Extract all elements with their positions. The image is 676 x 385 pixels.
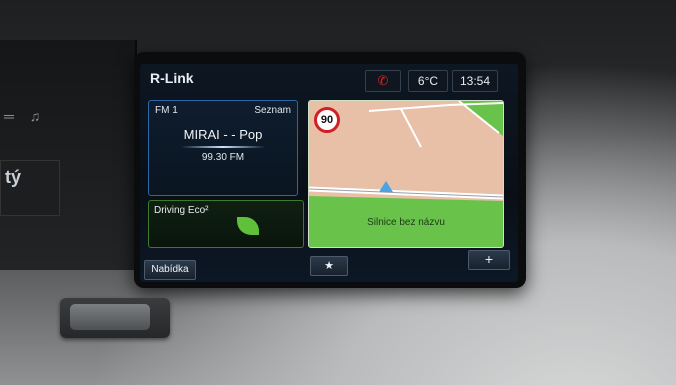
rlink-screen: R-Link ✆ 6°C 13:54 FM 1 Seznam MIRAI - -… <box>140 64 518 282</box>
road-name: Silnice bez názvu <box>367 217 445 228</box>
left-display: tý <box>0 160 60 216</box>
map-road-diagonal <box>400 108 422 148</box>
clock-display: 13:54 <box>452 70 498 92</box>
menu-button[interactable]: Nabídka <box>144 260 196 280</box>
radio-list-link[interactable]: Seznam <box>254 105 291 116</box>
map-main-road-edge <box>309 188 503 198</box>
navigation-map-widget[interactable]: 90 Silnice bez názvu <box>308 100 504 248</box>
speed-limit-sign: 90 <box>314 107 340 133</box>
radio-station-name: MIRAI - - Pop <box>183 127 263 142</box>
leaf-icon <box>237 217 259 235</box>
radio-frequency: 99.30 FM <box>201 152 245 163</box>
radio-band: FM 1 <box>155 105 178 116</box>
rlink-logo: R-Link <box>150 70 194 86</box>
radio-widget[interactable]: FM 1 Seznam MIRAI - - Pop 99.30 FM <box>148 100 298 196</box>
temperature-display: 6°C <box>408 70 448 92</box>
plus-button[interactable]: + <box>468 250 510 270</box>
driving-eco-title: Driving Eco² <box>154 205 209 216</box>
console-button[interactable] <box>70 304 150 330</box>
vehicle-position-icon <box>379 181 393 192</box>
favorites-button[interactable]: ★ <box>310 256 348 276</box>
phone-status[interactable]: ✆ <box>365 70 401 92</box>
radio-signal-line <box>181 146 265 148</box>
driving-eco-widget[interactable]: Driving Eco² <box>148 200 304 248</box>
phone-missed-icon: ✆ <box>377 73 389 88</box>
bottom-bar: Nabídka ★ + <box>140 250 518 282</box>
left-status-icons: ═ ♫ <box>4 108 47 124</box>
top-bar: R-Link ✆ 6°C 13:54 <box>140 64 518 94</box>
left-console-panel: ═ ♫ tý <box>0 40 137 270</box>
